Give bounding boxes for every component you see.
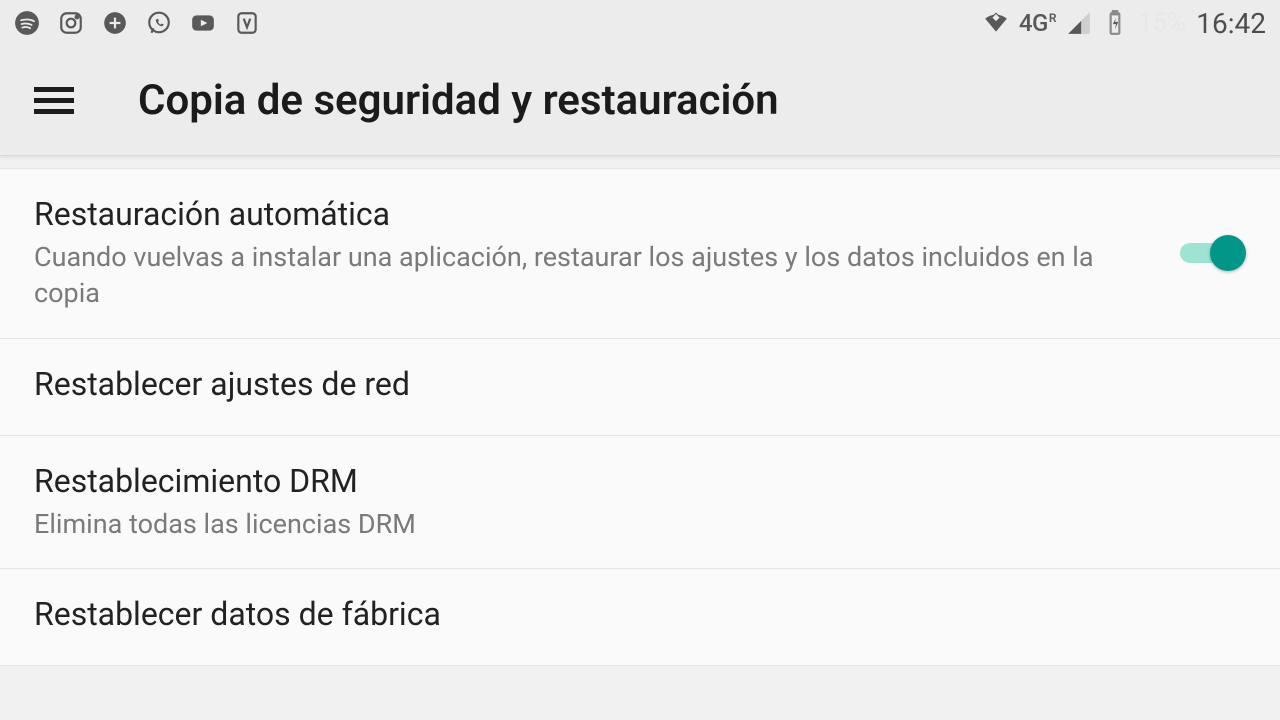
row-factory-reset-title: Restablecer datos de fábrica [34,595,1206,633]
row-drm-reset-subtitle: Elimina todas las licencias DRM [34,506,1206,542]
page-title: Copia de seguridad y restauración [138,76,779,125]
battery-charging-icon [1102,10,1128,36]
wifi-icon [983,10,1009,36]
status-bar: 4GR 15% 16:42 [0,0,1280,46]
row-drm-reset-title: Restablecimiento DRM [34,462,1206,500]
row-drm-reset[interactable]: Restablecimiento DRM Elimina todas las l… [0,436,1280,569]
notification-dot-icon [102,10,128,36]
settings-list: Restauración automática Cuando vuelvas a… [0,168,1280,666]
network-roaming-indicator: R [1049,12,1056,24]
row-reset-network[interactable]: Restablecer ajustes de red [0,339,1280,436]
row-drm-reset-text: Restablecimiento DRM Elimina todas las l… [34,462,1246,542]
row-factory-reset-text: Restablecer datos de fábrica [34,595,1246,639]
row-reset-network-text: Restablecer ajustes de red [34,365,1246,409]
battery-percent: 15% [1138,8,1186,38]
row-auto-restore[interactable]: Restauración automática Cuando vuelvas a… [0,169,1280,339]
row-auto-restore-text: Restauración automática Cuando vuelvas a… [34,195,1180,312]
row-reset-network-title: Restablecer ajustes de red [34,365,1206,403]
spotify-icon [14,10,40,36]
network-type-text: 4G [1019,11,1048,35]
row-auto-restore-title: Restauración automática [34,195,1140,233]
row-factory-reset[interactable]: Restablecer datos de fábrica [0,569,1280,666]
app-bar: Copia de seguridad y restauración [0,46,1280,156]
row-auto-restore-subtitle: Cuando vuelvas a instalar una aplicación… [34,239,1140,312]
menu-icon[interactable] [34,81,74,121]
status-bar-right: 4GR 15% 16:42 [983,7,1266,40]
whatsapp-icon [146,10,172,36]
signal-icon [1066,10,1092,36]
network-type-label: 4GR [1019,11,1056,35]
instagram-icon [58,10,84,36]
auto-restore-toggle[interactable] [1180,235,1246,271]
app-card-icon [234,10,260,36]
status-bar-left [14,10,260,36]
clock: 16:42 [1196,7,1266,40]
youtube-icon [190,10,216,36]
